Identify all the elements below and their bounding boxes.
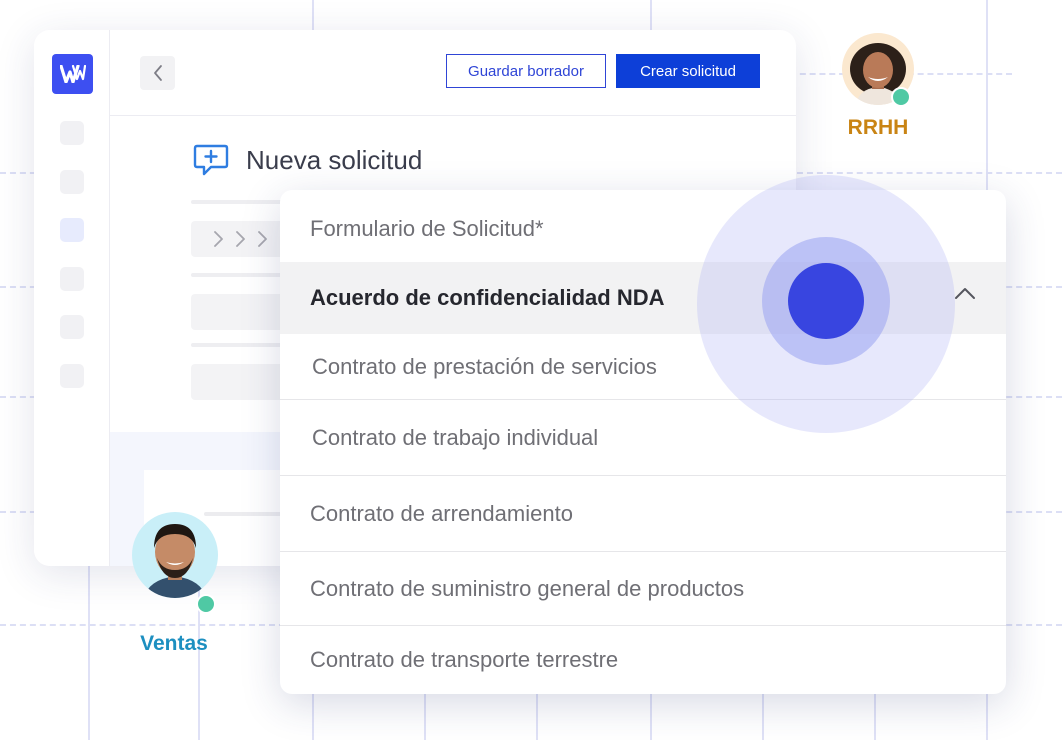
dropdown-option[interactable]: Contrato de arrendamiento xyxy=(280,476,1006,552)
sidebar-item-6[interactable] xyxy=(60,364,84,388)
save-draft-button[interactable]: Guardar borrador xyxy=(446,54,606,88)
selected-option-label: Acuerdo de confidencialidad NDA xyxy=(310,285,665,310)
chat-plus-icon xyxy=(193,144,229,176)
sidebar xyxy=(34,30,110,566)
dropdown-option[interactable]: Contrato de suministro general de produc… xyxy=(280,552,1006,626)
online-status-dot xyxy=(196,594,216,614)
chevron-right-icon xyxy=(214,231,267,247)
topbar: Guardar borrador Crear solicitud xyxy=(110,30,796,116)
person-man-icon xyxy=(144,524,206,598)
create-request-button[interactable]: Crear solicitud xyxy=(616,54,760,88)
sidebar-item-3[interactable] xyxy=(60,218,84,242)
dropdown-option[interactable]: Contrato de trabajo individual xyxy=(280,400,1006,476)
sidebar-item-5[interactable] xyxy=(60,315,84,339)
sidebar-item-2[interactable] xyxy=(60,170,84,194)
avatar-sales xyxy=(132,512,218,598)
breadcrumb xyxy=(191,221,291,257)
dropdown-option[interactable]: Contrato de transporte terrestre xyxy=(280,626,1006,694)
dropdown-label: Formulario de Solicitud* xyxy=(310,216,544,241)
chevron-left-icon xyxy=(153,65,162,81)
sidebar-item-1[interactable] xyxy=(60,121,84,145)
dropdown-option[interactable]: Contrato de prestación de servicios xyxy=(280,334,1006,400)
chevron-up-icon[interactable] xyxy=(954,286,976,300)
avatar-label-sales: Ventas xyxy=(140,632,208,655)
online-status-dot xyxy=(891,87,911,107)
dropdown-selected-option[interactable]: Acuerdo de confidencialidad NDA xyxy=(280,262,1006,334)
sidebar-item-4[interactable] xyxy=(60,267,84,291)
w-logo-icon[interactable] xyxy=(52,54,93,94)
request-form-dropdown[interactable]: Formulario de Solicitud* Acuerdo de conf… xyxy=(280,190,1006,694)
back-button[interactable] xyxy=(140,56,175,90)
form-header: Nueva solicitud xyxy=(192,143,422,177)
page-title: Nueva solicitud xyxy=(246,144,423,175)
avatar-label-hr: RRHH xyxy=(847,116,909,139)
